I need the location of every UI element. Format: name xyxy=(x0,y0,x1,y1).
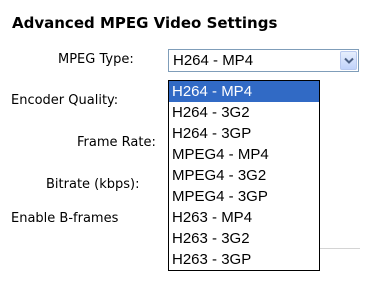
enable-bframes-label: Enable B-frames xyxy=(11,211,119,226)
mpeg-type-select-value: H264 - MP4 xyxy=(173,52,254,69)
encoder-quality-label: Encoder Quality: xyxy=(11,93,119,108)
select-dropdown-button[interactable] xyxy=(340,51,357,70)
mpeg-type-label: MPEG Type: xyxy=(58,52,134,67)
option-h264-3gp[interactable]: H264 - 3GP xyxy=(169,123,319,144)
mpeg-type-select[interactable]: H264 - MP4 xyxy=(168,49,359,72)
bitrate-label: Bitrate (kbps): xyxy=(46,177,140,192)
option-mpeg4-mp4[interactable]: MPEG4 - MP4 xyxy=(169,144,319,165)
mpeg-type-dropdown-list[interactable]: H264 - MP4 H264 - 3G2 H264 - 3GP MPEG4 -… xyxy=(168,80,320,271)
option-h263-mp4[interactable]: H263 - MP4 xyxy=(169,207,319,228)
frame-rate-label: Frame Rate: xyxy=(77,135,156,150)
option-h263-3gp[interactable]: H263 - 3GP xyxy=(169,249,319,270)
option-h264-mp4[interactable]: H264 - MP4 xyxy=(169,81,319,102)
option-mpeg4-3g2[interactable]: MPEG4 - 3G2 xyxy=(169,165,319,186)
option-h263-3g2[interactable]: H263 - 3G2 xyxy=(169,228,319,249)
chevron-down-icon xyxy=(344,57,354,64)
underlying-field-edge xyxy=(320,248,360,249)
option-mpeg4-3gp[interactable]: MPEG4 - 3GP xyxy=(169,186,319,207)
option-h264-3g2[interactable]: H264 - 3G2 xyxy=(169,102,319,123)
section-title: Advanced MPEG Video Settings xyxy=(12,14,278,32)
